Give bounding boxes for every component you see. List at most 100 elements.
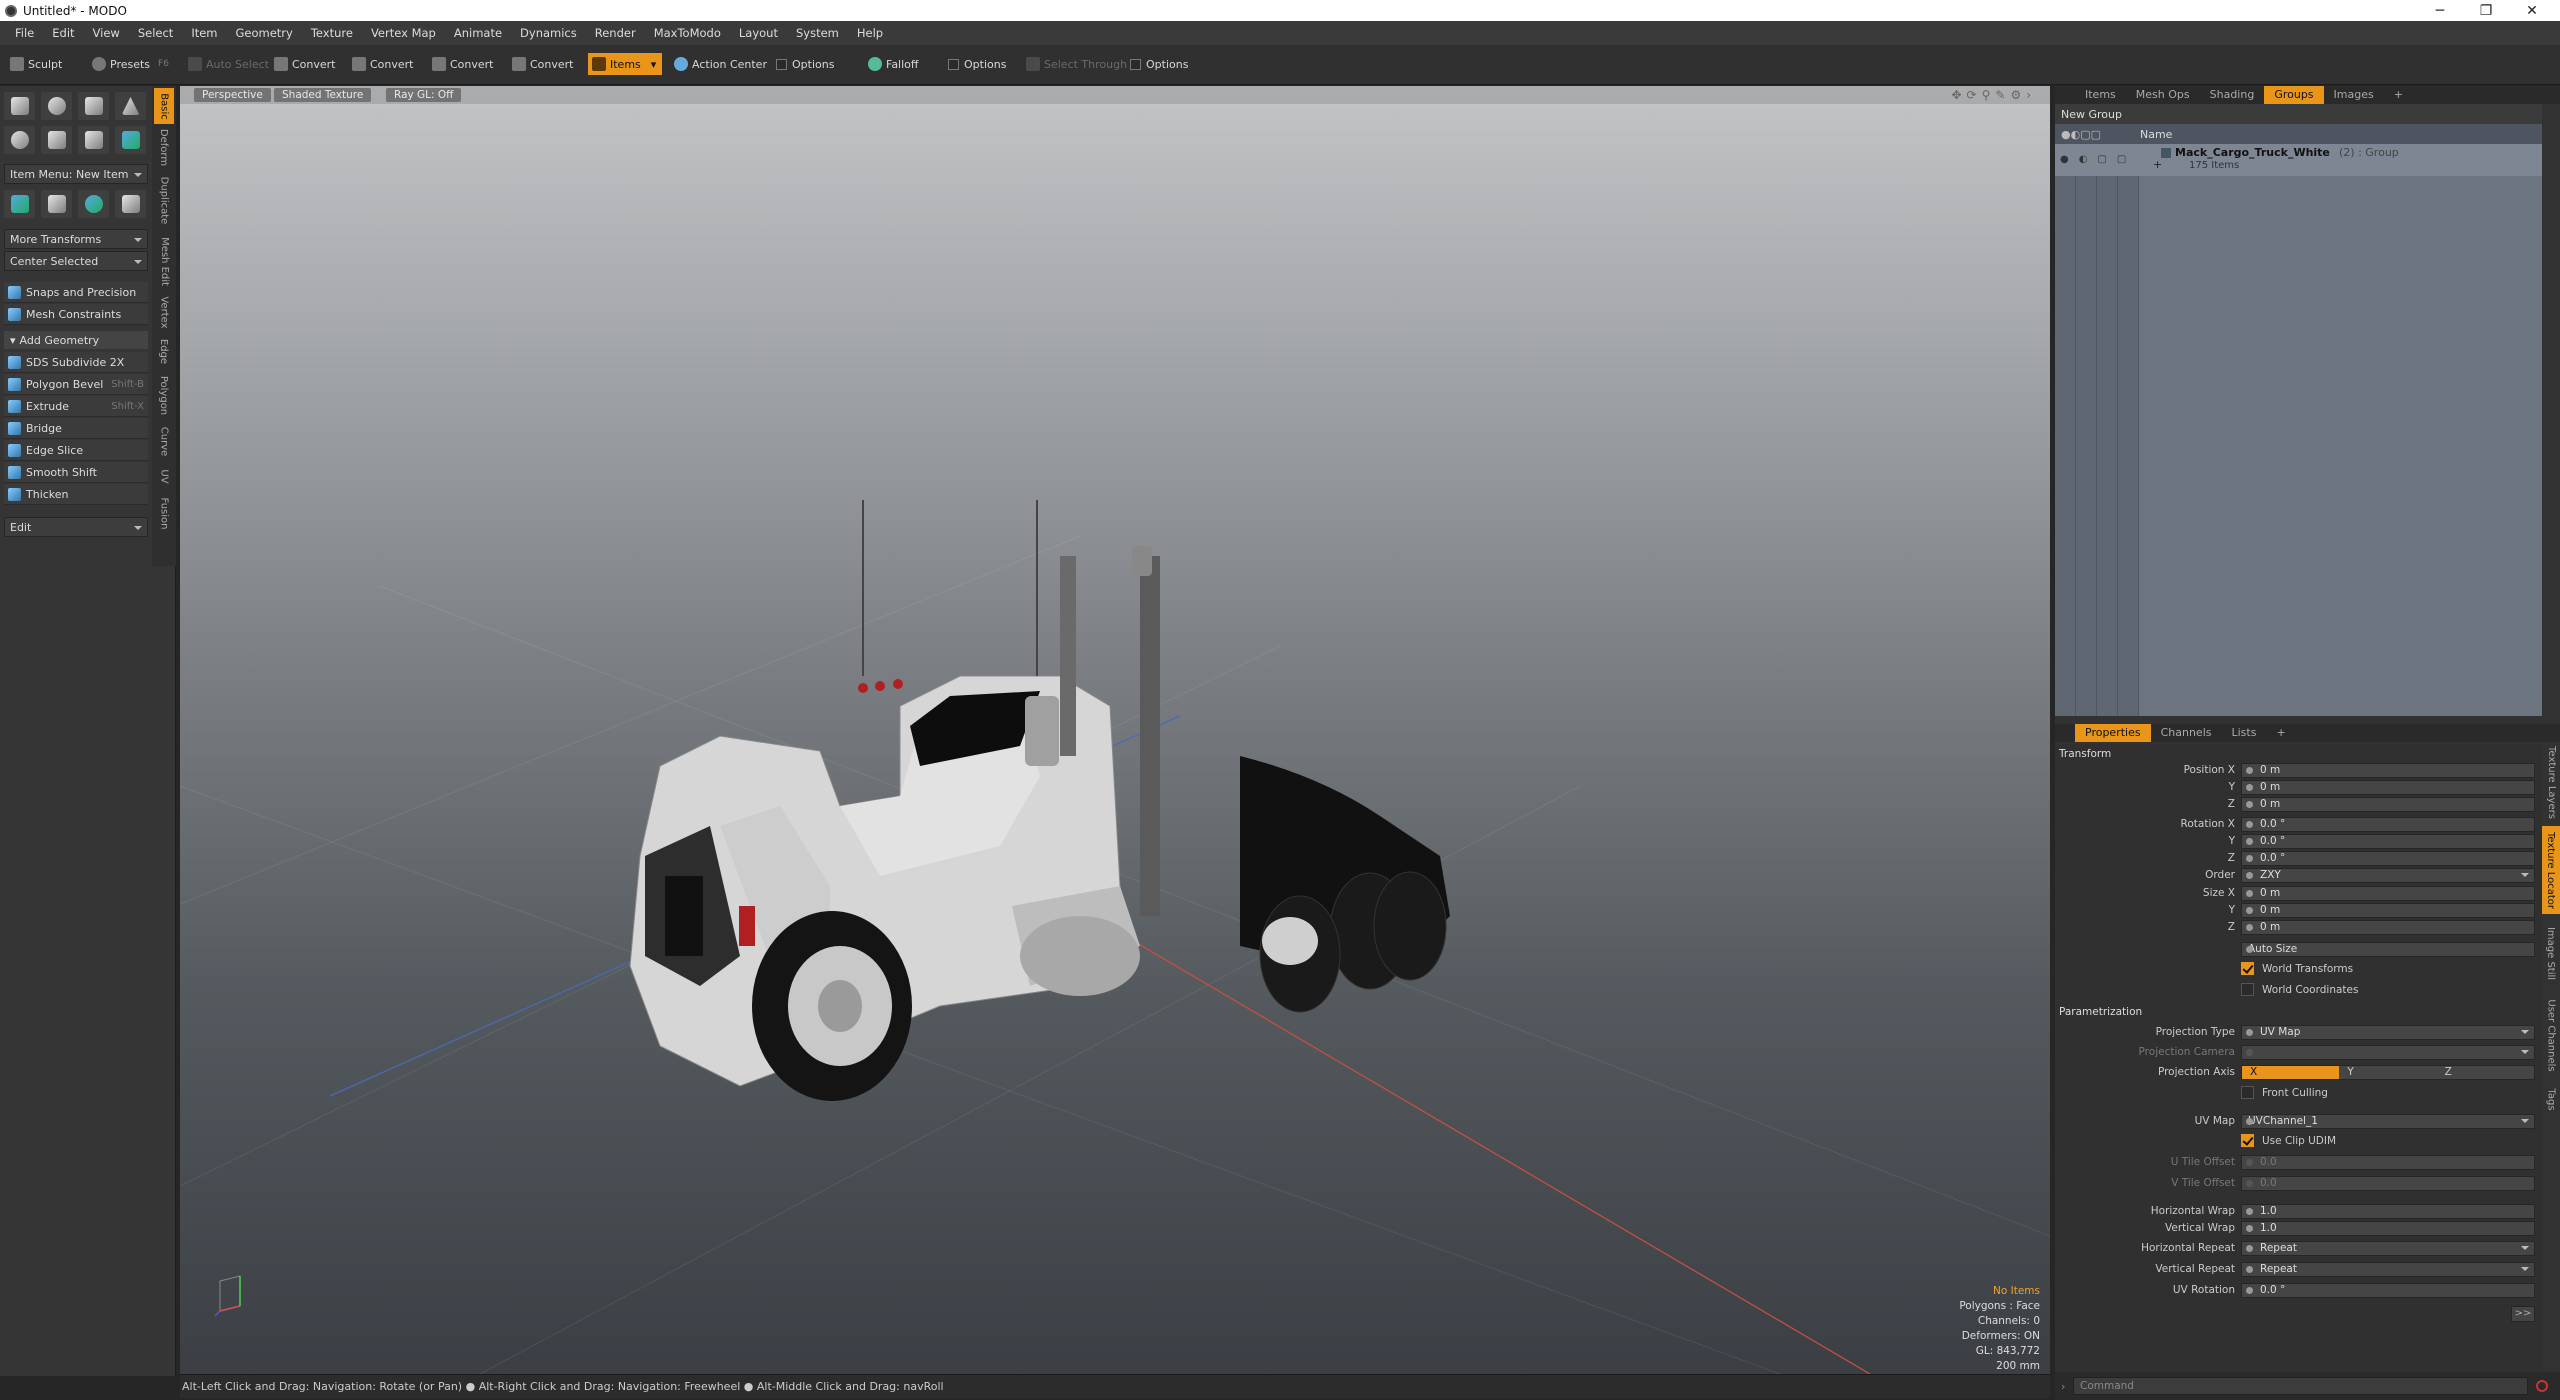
polygon-bevel-button[interactable]: Polygon Bevel Shift-B bbox=[4, 374, 148, 395]
position-y-field[interactable]: 0 m bbox=[2241, 780, 2535, 795]
tab-lists[interactable]: Lists bbox=[2222, 724, 2267, 742]
size-y-field[interactable]: 0 m bbox=[2241, 903, 2535, 918]
snaps-precision-button[interactable]: Snaps and Precision bbox=[4, 282, 148, 303]
tab-channels[interactable]: Channels bbox=[2151, 724, 2222, 742]
convert-materials-button[interactable]: Convert bbox=[508, 53, 580, 75]
axis-x-option[interactable]: X bbox=[2242, 1066, 2340, 1079]
group-row[interactable]: ●◐▢▢ + Mack_Cargo_Truck_White (2) : Grou… bbox=[2055, 144, 2542, 176]
grid-tool[interactable] bbox=[41, 190, 72, 218]
horizontal-repeat-dropdown[interactable]: Repeat bbox=[2241, 1241, 2535, 1256]
action-center-button[interactable]: Action Center bbox=[670, 53, 773, 75]
items-mode-button[interactable]: Items ▾ bbox=[588, 53, 663, 75]
rotation-x-field[interactable]: 0.0 ° bbox=[2241, 817, 2535, 832]
tab-tags[interactable]: Tags bbox=[2542, 1082, 2560, 1116]
add-tab-button[interactable]: + bbox=[2384, 86, 2413, 104]
more-button[interactable]: >> bbox=[2511, 1306, 2535, 1322]
close-button[interactable]: ✕ bbox=[2509, 0, 2555, 21]
menu-layout[interactable]: Layout bbox=[730, 26, 787, 40]
menu-render[interactable]: Render bbox=[586, 26, 645, 40]
tab-duplicate[interactable]: Duplicate bbox=[154, 170, 174, 230]
projection-camera-dropdown[interactable] bbox=[2241, 1045, 2535, 1060]
add-geometry-header[interactable]: ▾ Add Geometry bbox=[4, 331, 148, 349]
convert-vertices-button[interactable]: Convert bbox=[270, 53, 342, 75]
tab-mesh-edit[interactable]: Mesh Edit bbox=[154, 232, 174, 290]
smooth-shift-button[interactable]: Smooth Shift bbox=[4, 462, 148, 483]
tab-groups[interactable]: Groups bbox=[2264, 86, 2324, 104]
torus-tool[interactable] bbox=[4, 126, 35, 154]
select-through-button[interactable]: Select Through bbox=[1022, 53, 1133, 75]
tab-deform[interactable]: Deform bbox=[154, 126, 174, 168]
tab-polygon[interactable]: Polygon bbox=[154, 370, 174, 420]
center-selected-dropdown[interactable]: Center Selected bbox=[4, 251, 148, 271]
menu-view[interactable]: View bbox=[84, 26, 129, 40]
sds-subdivide-button[interactable]: SDS Subdivide 2X bbox=[4, 352, 148, 373]
order-dropdown[interactable]: ZXY bbox=[2241, 868, 2535, 883]
truck-model[interactable] bbox=[629, 500, 1450, 1101]
use-clip-udim-checkbox[interactable]: Use Clip UDIM bbox=[2241, 1134, 2336, 1147]
position-x-field[interactable]: 0 m bbox=[2241, 763, 2535, 778]
vertical-wrap-field[interactable]: 1.0 bbox=[2241, 1221, 2535, 1236]
more-transforms-dropdown[interactable]: More Transforms bbox=[4, 229, 148, 249]
falloff-options[interactable]: Options bbox=[944, 53, 1012, 75]
tab-shading[interactable]: Shading bbox=[2200, 86, 2265, 104]
menu-vertex-map[interactable]: Vertex Map bbox=[362, 26, 445, 40]
menu-system[interactable]: System bbox=[787, 26, 848, 40]
menu-select[interactable]: Select bbox=[129, 26, 182, 40]
auto-select-button[interactable]: Auto Select bbox=[184, 53, 275, 75]
visibility-eye-icon[interactable]: ●◐▢▢ bbox=[2060, 154, 2136, 165]
menu-geometry[interactable]: Geometry bbox=[227, 26, 302, 40]
parametrization-section[interactable]: Parametrization bbox=[2059, 1006, 2142, 1018]
rotation-z-field[interactable]: 0.0 ° bbox=[2241, 851, 2535, 866]
menu-file[interactable]: File bbox=[6, 26, 43, 40]
vertical-repeat-dropdown[interactable]: Repeat bbox=[2241, 1262, 2535, 1277]
transform-section[interactable]: Transform bbox=[2059, 748, 2111, 760]
tab-properties[interactable]: Properties bbox=[2075, 724, 2151, 742]
tab-uv[interactable]: UV bbox=[154, 462, 174, 490]
world-coordinates-checkbox[interactable]: World Coordinates bbox=[2241, 983, 2358, 996]
menu-animate[interactable]: Animate bbox=[445, 26, 511, 40]
extrude-button[interactable]: Extrude Shift-X bbox=[4, 396, 148, 417]
size-x-field[interactable]: 0 m bbox=[2241, 886, 2535, 901]
tab-vertex[interactable]: Vertex bbox=[154, 292, 174, 332]
record-icon[interactable] bbox=[2536, 1380, 2548, 1392]
cube-tool[interactable] bbox=[4, 92, 35, 120]
tab-mesh-ops[interactable]: Mesh Ops bbox=[2126, 86, 2200, 104]
perspective-tool[interactable] bbox=[115, 190, 146, 218]
cone-tool[interactable] bbox=[115, 92, 146, 120]
command-input[interactable]: Command bbox=[2073, 1377, 2528, 1395]
tab-texture-locator[interactable]: Texture Locator bbox=[2542, 826, 2560, 914]
menu-item[interactable]: Item bbox=[182, 26, 226, 40]
world-transforms-checkbox[interactable]: World Transforms bbox=[2241, 962, 2353, 975]
uv-rotation-field[interactable]: 0.0 ° bbox=[2241, 1283, 2535, 1298]
transform-tool[interactable] bbox=[4, 190, 35, 218]
axis-z-option[interactable]: Z bbox=[2437, 1066, 2534, 1079]
tab-image-still[interactable]: Image Still bbox=[2542, 918, 2560, 988]
auto-size-button[interactable]: Auto Size bbox=[2241, 942, 2535, 957]
tab-fusion[interactable]: Fusion bbox=[154, 492, 174, 534]
edge-slice-button[interactable]: Edge Slice bbox=[4, 440, 148, 461]
tab-basic[interactable]: Basic bbox=[154, 88, 174, 124]
edit-dropdown[interactable]: Edit bbox=[4, 517, 148, 537]
cylinder-tool[interactable] bbox=[78, 92, 109, 120]
tab-items[interactable]: Items bbox=[2075, 86, 2126, 104]
menu-maxtomodo[interactable]: MaxToModo bbox=[645, 26, 730, 40]
tab-curve[interactable]: Curve bbox=[154, 422, 174, 460]
projection-type-dropdown[interactable]: UV Map bbox=[2241, 1025, 2535, 1040]
add-prop-tab-button[interactable]: + bbox=[2266, 724, 2295, 742]
new-group-button[interactable]: New Group bbox=[2055, 104, 2542, 124]
u-tile-offset-field[interactable]: 0.0 bbox=[2241, 1155, 2535, 1170]
menu-help[interactable]: Help bbox=[848, 26, 892, 40]
horizontal-wrap-field[interactable]: 1.0 bbox=[2241, 1204, 2535, 1219]
tab-user-channels[interactable]: User Channels bbox=[2542, 992, 2560, 1078]
action-center-options[interactable]: Options bbox=[772, 53, 840, 75]
tab-edge[interactable]: Edge bbox=[154, 334, 174, 368]
maximize-button[interactable]: ❐ bbox=[2463, 0, 2509, 21]
menu-dynamics[interactable]: Dynamics bbox=[511, 26, 586, 40]
3d-viewport[interactable]: Perspective Shaded Texture Ray GL: Off ✥… bbox=[180, 86, 2050, 1374]
bridge-button[interactable]: Bridge bbox=[4, 418, 148, 439]
tab-images[interactable]: Images bbox=[2324, 86, 2384, 104]
axis-y-option[interactable]: Y bbox=[2339, 1066, 2436, 1079]
expand-icon[interactable]: + bbox=[2153, 158, 2162, 171]
capsule-tool[interactable] bbox=[41, 126, 72, 154]
item-menu-dropdown[interactable]: Item Menu: New Item bbox=[4, 164, 148, 184]
